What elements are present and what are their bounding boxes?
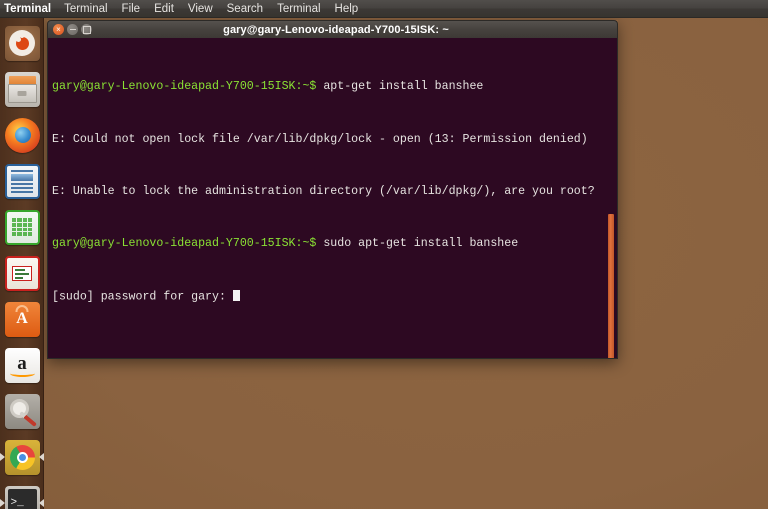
password-prompt-text: [sudo] password for gary: [52,290,233,304]
google-chrome-icon [4,439,40,475]
launcher-item-ubuntu-dash[interactable] [0,20,44,66]
launcher-item-terminal[interactable]: >_ [0,480,44,509]
terminal-scrollbar[interactable] [608,214,614,358]
top-panel: Terminal Terminal File Edit View Search … [0,0,768,18]
libreoffice-calc-icon [4,209,40,245]
ubuntu-dash-icon [4,25,40,61]
shell-prompt: gary@gary-Lenovo-ideapad-Y700-15ISK:~$ [52,80,324,94]
command-text: sudo apt-get install banshee [323,237,519,251]
launcher-item-amazon[interactable]: a [0,342,44,388]
libreoffice-writer-icon [4,163,40,199]
running-indicator-right-icon [39,453,44,461]
terminal-line: gary@gary-Lenovo-ideapad-Y700-15ISK:~$ a… [52,80,617,93]
panel-menubar: Terminal File Edit View Search Terminal … [57,3,365,15]
launcher-item-libreoffice-calc[interactable] [0,204,44,250]
files-icon [4,71,40,107]
shell-prompt: gary@gary-Lenovo-ideapad-Y700-15ISK:~$ [52,237,324,251]
error-text: E: Could not open lock file /var/lib/dpk… [52,132,588,146]
terminal-line: [sudo] password for gary: [52,289,617,304]
menu-item-terminal[interactable]: Terminal [57,3,114,15]
menu-item-view[interactable]: View [181,3,220,15]
launcher-item-libreoffice-impress[interactable] [0,250,44,296]
terminal-line: gary@gary-Lenovo-ideapad-Y700-15ISK:~$ s… [52,237,617,250]
libreoffice-impress-icon [4,255,40,291]
launcher-item-system-settings[interactable] [0,388,44,434]
terminal-window: × gary@gary-Lenovo-ideapad-Y700-15ISK: ~… [47,20,618,359]
minimize-window-button[interactable] [67,24,78,35]
ubuntu-software-icon: A [4,301,40,337]
terminal-line: E: Unable to lock the administration dir… [52,185,617,198]
maximize-window-button[interactable] [81,24,92,35]
terminal-line: E: Could not open lock file /var/lib/dpk… [52,133,617,146]
launcher-item-firefox[interactable] [0,112,44,158]
amazon-icon: a [4,347,40,383]
menu-item-help[interactable]: Help [328,3,366,15]
running-indicator-right-icon [39,499,44,507]
terminal-titlebar[interactable]: × gary@gary-Lenovo-ideapad-Y700-15ISK: ~ [47,20,618,38]
text-cursor [232,289,240,302]
terminal-output-area[interactable]: gary@gary-Lenovo-ideapad-Y700-15ISK:~$ a… [47,38,618,359]
close-window-button[interactable]: × [53,24,64,35]
terminal-window-title: gary@gary-Lenovo-ideapad-Y700-15ISK: ~ [223,23,449,36]
terminal-icon: >_ [4,485,40,509]
firefox-icon [4,117,40,153]
menu-item-edit[interactable]: Edit [147,3,181,15]
panel-app-name: Terminal [4,2,52,15]
unity-launcher: A a >_ [0,18,44,509]
error-text: E: Unable to lock the administration dir… [52,185,595,199]
menu-item-file[interactable]: File [115,3,148,15]
menu-item-terminal2[interactable]: Terminal [270,3,327,15]
command-text: apt-get install banshee [323,80,484,94]
launcher-item-ubuntu-software[interactable]: A [0,296,44,342]
launcher-item-files[interactable] [0,66,44,112]
launcher-item-libreoffice-writer[interactable] [0,158,44,204]
launcher-item-google-chrome[interactable] [0,434,44,480]
menu-item-search[interactable]: Search [220,3,270,15]
system-settings-icon [4,393,40,429]
